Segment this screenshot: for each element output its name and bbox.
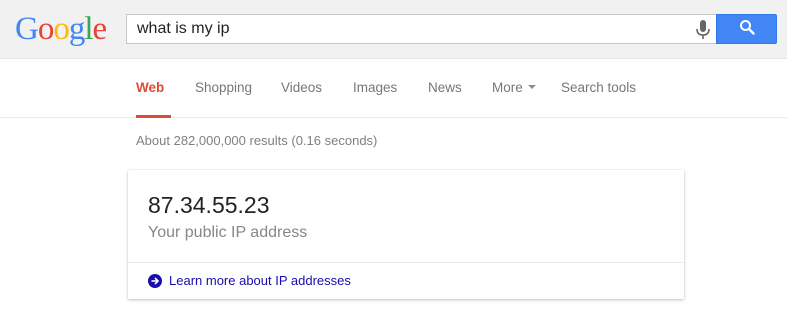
logo-letter: g — [68, 11, 85, 47]
tab-videos[interactable]: Videos — [281, 80, 322, 96]
learn-more-text: Learn more about IP addresses — [169, 273, 351, 288]
logo-letter: o — [53, 11, 69, 47]
active-tab-indicator — [136, 115, 171, 118]
google-logo[interactable]: Google — [15, 10, 108, 48]
arrow-right-circle-icon — [148, 273, 162, 288]
ip-address: 87.34.55.23 — [148, 192, 270, 218]
search-button[interactable] — [716, 14, 777, 44]
tab-more-label: More — [492, 80, 523, 95]
search-nav: Web Shopping Videos Images News More Sea… — [0, 60, 787, 118]
ip-answer-card: 87.34.55.23 Your public IP address Learn… — [128, 170, 684, 299]
tab-news[interactable]: News — [428, 80, 462, 96]
logo-letter: G — [15, 11, 39, 47]
tab-shopping[interactable]: Shopping — [195, 80, 252, 96]
tab-more[interactable]: More — [492, 80, 536, 96]
logo-letter: e — [92, 11, 108, 47]
tab-search-tools[interactable]: Search tools — [561, 80, 636, 96]
header-bar: Google what is my ip — [0, 0, 787, 59]
learn-more-link[interactable]: Learn more about IP addresses — [148, 273, 351, 288]
search-input[interactable]: what is my ip — [126, 14, 716, 44]
tab-images[interactable]: Images — [353, 80, 397, 96]
ip-address-caption: Your public IP address — [148, 224, 308, 241]
chevron-down-icon — [527, 85, 536, 90]
tab-web[interactable]: Web — [136, 80, 164, 96]
search-icon — [739, 19, 755, 40]
logo-letter: o — [37, 11, 54, 47]
search-query-text: what is my ip — [137, 20, 230, 37]
card-divider — [128, 262, 684, 263]
result-stats: About 282,000,000 results (0.16 seconds) — [136, 133, 378, 148]
microphone-icon[interactable] — [694, 19, 712, 41]
logo-letter: l — [84, 11, 93, 47]
